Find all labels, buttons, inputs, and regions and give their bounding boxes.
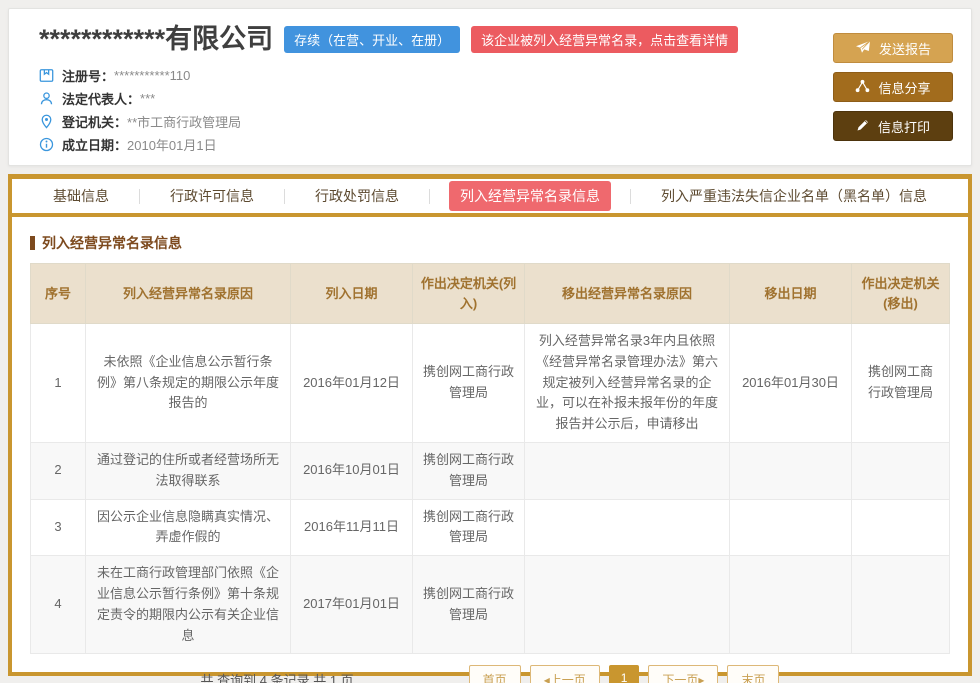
- cell-listing-date: 2016年10月01日: [291, 442, 413, 499]
- last-page-button[interactable]: 末页: [727, 665, 779, 683]
- info-row-registration-authority: 登记机关： **市工商行政管理局: [39, 110, 955, 133]
- cell-removal-authority: [852, 442, 950, 499]
- cell-index: 2: [31, 442, 86, 499]
- tab-administrative-license[interactable]: 行政许可信息: [159, 181, 265, 211]
- info-row-legal-representative: 法定代表人： ***: [39, 87, 955, 110]
- status-badge: 存续（在营、开业、在册）: [284, 26, 460, 53]
- section-title-bar: [30, 236, 35, 250]
- cell-removal-date: [730, 556, 852, 654]
- cell-removal-authority: [852, 499, 950, 556]
- cell-removal-date: [730, 499, 852, 556]
- send-report-button[interactable]: 发送报告: [833, 33, 953, 63]
- cell-listing-date: 2016年01月12日: [291, 324, 413, 443]
- pagination: 首页 ◂上一页 1 下一页▸ 末页: [469, 665, 780, 683]
- col-header-index: 序号: [31, 264, 86, 324]
- table-footer: 共 查询到 4 条记录 共 1 页 首页 ◂上一页 1 下一页▸ 末页: [30, 654, 950, 683]
- table-row: 3 因公示企业信息隐瞒真实情况、弄虚作假的 2016年11月11日 携创网工商行…: [31, 499, 950, 556]
- cell-listing-date: 2017年01月01日: [291, 556, 413, 654]
- info-label: 注册号：: [62, 66, 114, 85]
- col-header-listing-date: 列入日期: [291, 264, 413, 324]
- col-header-removal-authority: 作出决定机关(移出): [852, 264, 950, 324]
- tab-divider: [139, 189, 140, 204]
- info-value: 2010年01月1日: [127, 135, 217, 154]
- page-number-button[interactable]: 1: [609, 665, 640, 683]
- cell-listing-reason: 因公示企业信息隐瞒真实情况、弄虚作假的: [86, 499, 291, 556]
- tab-content: 列入经营异常名录信息 序号 列入经营异常名录原因 列入日期 作出决定机关(列入)…: [12, 217, 968, 683]
- tab-divider: [284, 189, 285, 204]
- location-icon: [39, 114, 54, 129]
- cell-listing-reason: 未依照《企业信息公示暂行条例》第八条规定的期限公示年度报告的: [86, 324, 291, 443]
- info-value: ***********110: [114, 68, 190, 83]
- tab-abnormal-operations[interactable]: 列入经营异常名录信息: [449, 181, 611, 211]
- abnormal-alert-badge[interactable]: 该企业被列入经营异常名录，点击查看详情: [471, 26, 738, 53]
- cell-listing-authority: 携创网工商行政管理局: [413, 324, 525, 443]
- cell-listing-date: 2016年11月11日: [291, 499, 413, 556]
- cell-removal-reason: 列入经营异常名录3年内且依照《经营异常名录管理办法》第六规定被列入经营异常名录的…: [525, 324, 730, 443]
- first-page-button[interactable]: 首页: [469, 665, 521, 683]
- cell-removal-reason: [525, 499, 730, 556]
- info-value: ***: [140, 91, 155, 106]
- tab-serious-violations-blacklist[interactable]: 列入严重违法失信企业名单（黑名单）信息: [650, 181, 938, 211]
- cell-removal-authority: 携创网工商行政管理局: [852, 324, 950, 443]
- col-header-listing-reason: 列入经营异常名录原因: [86, 264, 291, 324]
- company-header-card: ************有限公司 存续（在营、开业、在册） 该企业被列入经营异常…: [8, 8, 972, 166]
- abnormal-operations-table: 序号 列入经营异常名录原因 列入日期 作出决定机关(列入) 移出经营异常名录原因…: [30, 263, 950, 654]
- cell-index: 3: [31, 499, 86, 556]
- section-title: 列入经营异常名录信息: [30, 233, 950, 253]
- action-label: 信息打印: [878, 117, 930, 136]
- tab-divider: [429, 189, 430, 204]
- share-info-button[interactable]: 信息分享: [833, 72, 953, 102]
- col-header-removal-date: 移出日期: [730, 264, 852, 324]
- info-value: **市工商行政管理局: [127, 112, 241, 131]
- share-nodes-icon: [855, 79, 870, 96]
- info-label: 成立日期：: [62, 135, 127, 154]
- table-row: 1 未依照《企业信息公示暂行条例》第八条规定的期限公示年度报告的 2016年01…: [31, 324, 950, 443]
- info-row-establishment-date: 成立日期： 2010年01月1日: [39, 133, 955, 156]
- header-action-buttons: 发送报告 信息分享 信息打印: [833, 33, 953, 141]
- print-info-button[interactable]: 信息打印: [833, 111, 953, 141]
- person-icon: [39, 91, 54, 106]
- info-icon: [39, 137, 54, 152]
- cell-removal-date: 2016年01月30日: [730, 324, 852, 443]
- tab-divider: [630, 189, 631, 204]
- next-page-button[interactable]: 下一页▸: [648, 665, 718, 683]
- info-label: 法定代表人：: [62, 89, 140, 108]
- certificate-icon: [39, 68, 54, 83]
- title-row: ************有限公司 存续（在营、开业、在册） 该企业被列入经营异常…: [39, 25, 955, 55]
- cell-listing-reason: 未在工商行政管理部门依照《企业信息公示暂行条例》第十条规定责令的期限内公示有关企…: [86, 556, 291, 654]
- cell-index: 4: [31, 556, 86, 654]
- paper-plane-icon: [855, 40, 871, 57]
- table-row: 2 通过登记的住所或者经营场所无法取得联系 2016年10月01日 携创网工商行…: [31, 442, 950, 499]
- tab-bar: 基础信息 行政许可信息 行政处罚信息 列入经营异常名录信息 列入严重违法失信企业…: [12, 179, 968, 217]
- cell-removal-reason: [525, 556, 730, 654]
- section-title-text: 列入经营异常名录信息: [42, 233, 182, 253]
- info-label: 登记机关：: [62, 112, 127, 131]
- main-panel: 基础信息 行政许可信息 行政处罚信息 列入经营异常名录信息 列入严重违法失信企业…: [8, 174, 972, 676]
- table-row: 4 未在工商行政管理部门依照《企业信息公示暂行条例》第十条规定责令的期限内公示有…: [31, 556, 950, 654]
- previous-page-button[interactable]: ◂上一页: [530, 665, 600, 683]
- cell-index: 1: [31, 324, 86, 443]
- cell-removal-reason: [525, 442, 730, 499]
- pencil-icon: [856, 118, 870, 135]
- company-name: ************有限公司: [39, 25, 273, 55]
- cell-removal-date: [730, 442, 852, 499]
- cell-listing-authority: 携创网工商行政管理局: [413, 442, 525, 499]
- col-header-listing-authority: 作出决定机关(列入): [413, 264, 525, 324]
- cell-removal-authority: [852, 556, 950, 654]
- record-count-summary: 共 查询到 4 条记录 共 1 页: [201, 670, 354, 683]
- tab-basic-info[interactable]: 基础信息: [42, 181, 120, 211]
- cell-listing-reason: 通过登记的住所或者经营场所无法取得联系: [86, 442, 291, 499]
- info-row-registration-number: 注册号： ***********110: [39, 64, 955, 87]
- cell-listing-authority: 携创网工商行政管理局: [413, 499, 525, 556]
- cell-listing-authority: 携创网工商行政管理局: [413, 556, 525, 654]
- col-header-removal-reason: 移出经营异常名录原因: [525, 264, 730, 324]
- action-label: 发送报告: [879, 39, 931, 58]
- tab-administrative-penalty[interactable]: 行政处罚信息: [304, 181, 410, 211]
- action-label: 信息分享: [878, 78, 930, 97]
- table-header-row: 序号 列入经营异常名录原因 列入日期 作出决定机关(列入) 移出经营异常名录原因…: [31, 264, 950, 324]
